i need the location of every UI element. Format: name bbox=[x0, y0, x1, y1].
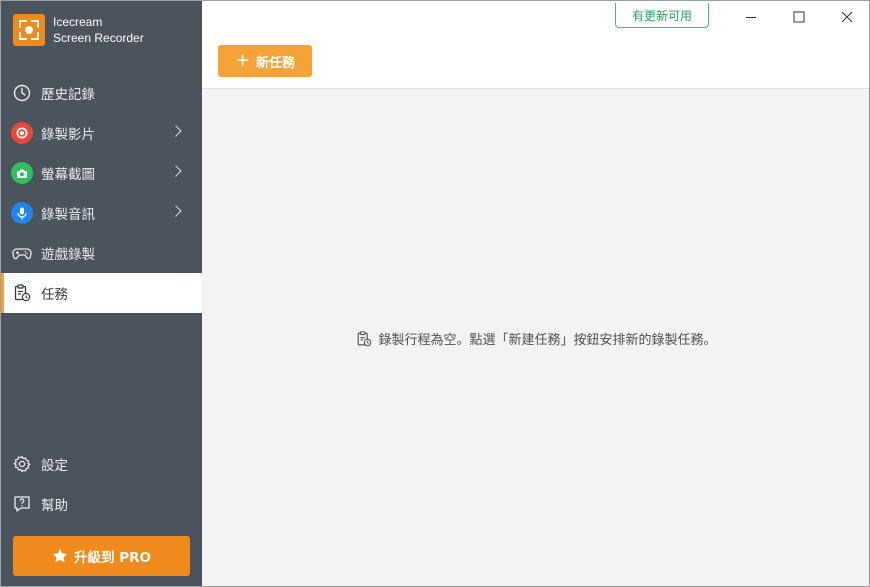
sidebar-item-label: 錄製音訊 bbox=[41, 207, 95, 223]
close-button[interactable] bbox=[823, 1, 869, 33]
sidebar-item-tasks[interactable]: 任務 bbox=[1, 273, 202, 313]
app-name-line2: Screen Recorder bbox=[53, 31, 144, 45]
gear-icon bbox=[11, 453, 33, 475]
app-logo-icon bbox=[13, 14, 45, 46]
sidebar-item-help[interactable]: 幫助 bbox=[1, 484, 202, 524]
sidebar-item-history[interactable]: 歷史記錄 bbox=[1, 73, 202, 113]
sidebar-item-label: 任務 bbox=[41, 287, 68, 303]
app-window: Icecream Screen Recorder 歷史記錄 錄製影片 螢幕截圖 … bbox=[0, 0, 870, 587]
chevron-right-icon bbox=[170, 165, 182, 177]
help-icon bbox=[11, 493, 33, 515]
sidebar-item-game-recording[interactable]: 遊戲錄製 bbox=[1, 233, 202, 273]
sidebar-item-label: 歷史記錄 bbox=[41, 87, 95, 103]
chevron-right-icon bbox=[170, 125, 182, 137]
star-icon bbox=[52, 548, 68, 564]
maximize-button[interactable] bbox=[775, 1, 823, 33]
main-panel: 有更新可用 + 新任務 錄製行程為空。點選「新建任務」按鈕安排新的錄製任務。 bbox=[202, 1, 869, 586]
update-available-button[interactable]: 有更新可用 bbox=[615, 3, 709, 28]
task-list-area: 錄製行程為空。點選「新建任務」按鈕安排新的錄製任務。 bbox=[202, 89, 869, 586]
upgrade-pro-button[interactable]: 升級到 PRO bbox=[13, 536, 190, 576]
plus-icon: + bbox=[234, 50, 251, 71]
new-task-label: 新任務 bbox=[256, 55, 296, 71]
sidebar-bottom-nav: 設定 幫助 bbox=[1, 444, 202, 524]
close-icon bbox=[841, 8, 853, 27]
top-toolbar: 有更新可用 + 新任務 bbox=[202, 1, 869, 89]
empty-state: 錄製行程為空。點選「新建任務」按鈕安排新的錄製任務。 bbox=[202, 329, 869, 348]
sidebar-item-screenshot[interactable]: 螢幕截圖 bbox=[1, 153, 202, 193]
sidebar-item-label: 幫助 bbox=[41, 498, 68, 514]
gamepad-icon bbox=[11, 242, 33, 264]
sidebar: Icecream Screen Recorder 歷史記錄 錄製影片 螢幕截圖 … bbox=[1, 1, 202, 586]
task-clipboard-icon bbox=[11, 282, 33, 304]
sidebar-item-label: 遊戲錄製 bbox=[41, 247, 95, 263]
clock-icon bbox=[11, 82, 33, 104]
minimize-button[interactable] bbox=[727, 1, 775, 33]
sidebar-item-label: 螢幕截圖 bbox=[41, 167, 95, 183]
brand: Icecream Screen Recorder bbox=[13, 13, 144, 47]
maximize-icon bbox=[793, 8, 805, 27]
record-icon bbox=[11, 122, 33, 144]
microphone-icon bbox=[11, 202, 33, 224]
chevron-right-icon bbox=[170, 205, 182, 217]
sidebar-item-label: 錄製影片 bbox=[41, 127, 95, 143]
app-name: Icecream Screen Recorder bbox=[53, 14, 144, 46]
sidebar-nav: 歷史記錄 錄製影片 螢幕截圖 錄製音訊 遊戲錄製 任務 bbox=[1, 73, 202, 313]
sidebar-item-record-video[interactable]: 錄製影片 bbox=[1, 113, 202, 153]
app-name-line1: Icecream bbox=[53, 15, 103, 29]
sidebar-item-settings[interactable]: 設定 bbox=[1, 444, 202, 484]
empty-state-message: 錄製行程為空。點選「新建任務」按鈕安排新的錄製任務。 bbox=[378, 333, 717, 348]
minimize-icon bbox=[745, 8, 757, 27]
new-task-button[interactable]: + 新任務 bbox=[218, 45, 312, 77]
camera-icon bbox=[11, 162, 33, 184]
sidebar-item-record-audio[interactable]: 錄製音訊 bbox=[1, 193, 202, 233]
upgrade-label: 升級到 PRO bbox=[74, 550, 151, 566]
task-clipboard-icon bbox=[356, 330, 372, 347]
sidebar-item-label: 設定 bbox=[41, 458, 68, 474]
